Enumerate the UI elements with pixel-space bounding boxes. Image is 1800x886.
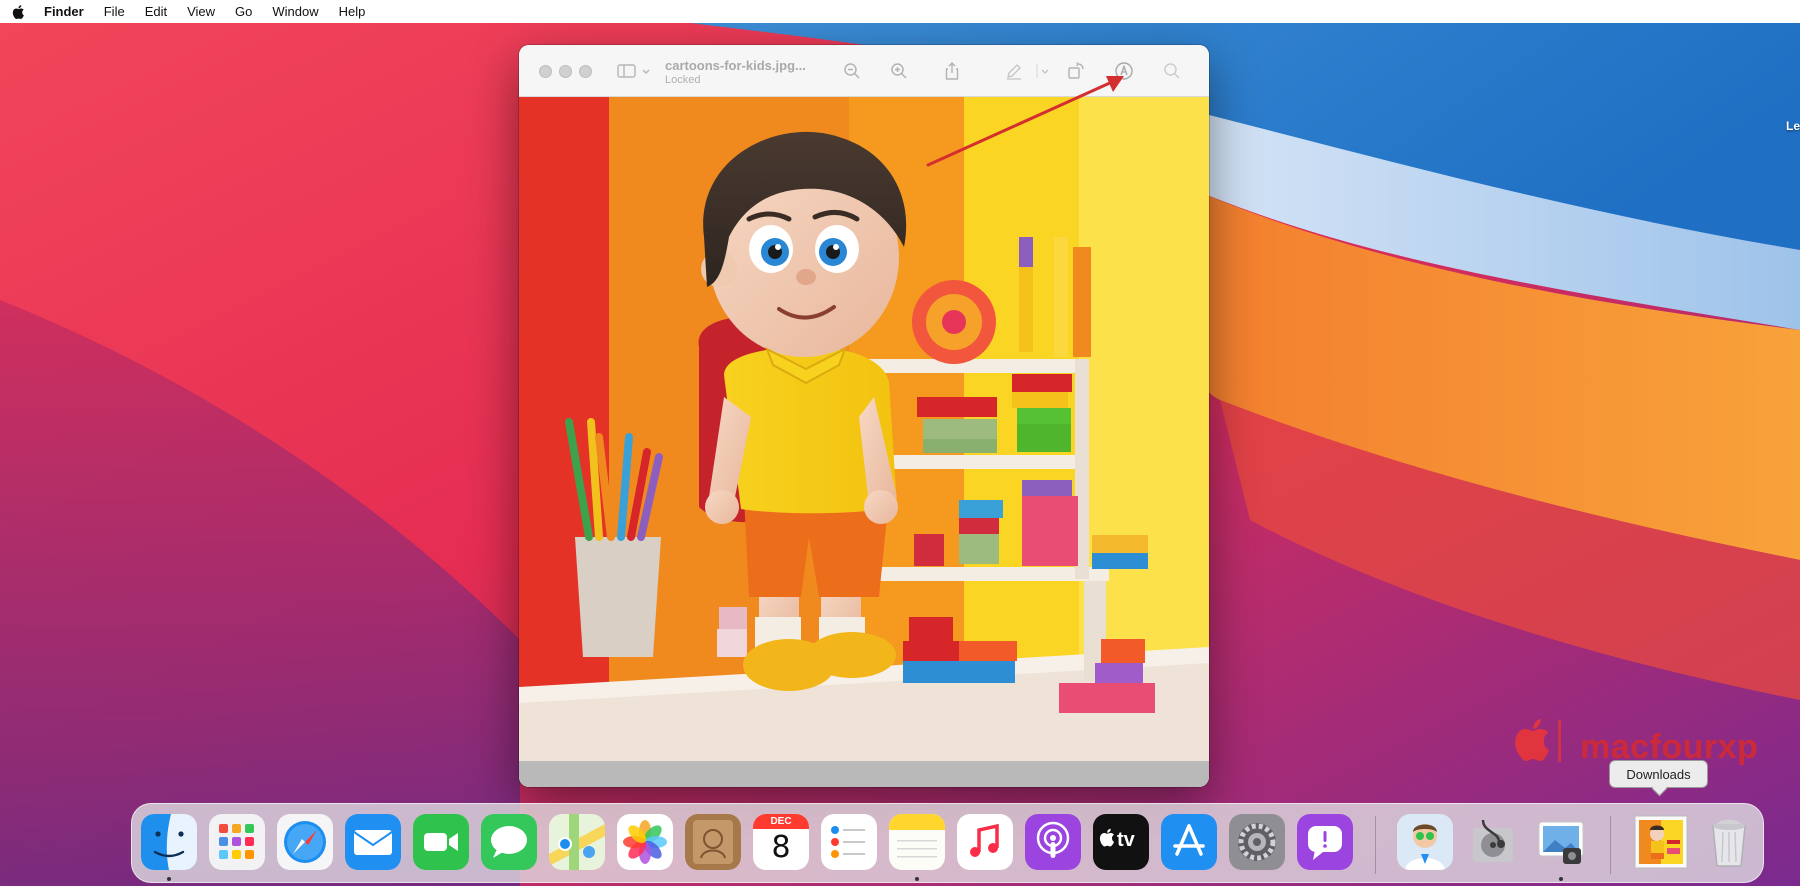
dock-launchpad[interactable]	[209, 814, 265, 870]
dock-preview[interactable]	[1533, 814, 1589, 870]
disk-utility-icon	[1473, 819, 1513, 862]
finder-icon	[141, 814, 197, 870]
pen-icon	[1007, 64, 1021, 80]
preview-icon	[1538, 821, 1584, 864]
downloads-stack-icon	[1634, 815, 1688, 869]
dock-podcasts[interactable]	[1025, 814, 1081, 870]
dock-separator-stacks	[1610, 816, 1611, 874]
zoom-out-icon	[844, 63, 860, 79]
document-title: cartoons-for-kids.jpg...	[665, 58, 806, 73]
menu-view[interactable]: View	[187, 4, 215, 19]
markup-toolbar-button[interactable]	[1112, 59, 1136, 83]
dock-safari[interactable]	[277, 814, 333, 870]
dock-app-doctor[interactable]	[1397, 814, 1453, 870]
apple-menu-icon[interactable]	[11, 4, 27, 20]
zoom-in-button[interactable]	[887, 59, 911, 83]
document-locked-status: Locked	[665, 74, 701, 86]
rotate-icon	[1068, 62, 1084, 79]
close-button[interactable]	[539, 65, 552, 78]
dock-notes[interactable]	[889, 814, 945, 870]
watermark-apple-logo	[1515, 719, 1561, 762]
rotate-button[interactable]	[1064, 59, 1088, 83]
maps-icon	[549, 814, 605, 870]
dock-separator	[1375, 816, 1376, 874]
downloads-tooltip: Downloads	[1609, 760, 1708, 788]
dock-feedback-assistant[interactable]	[1297, 814, 1353, 870]
minimize-button[interactable]	[559, 65, 572, 78]
dock-downloads-stack[interactable]	[1633, 814, 1689, 870]
menu-edit[interactable]: Edit	[145, 4, 167, 19]
menu-finder[interactable]: Finder	[44, 4, 84, 19]
window-titlebar[interactable]: cartoons-for-kids.jpg... Locked	[519, 45, 1209, 97]
notes-running-indicator	[915, 877, 919, 881]
finder-running-indicator	[167, 877, 171, 881]
menu-help[interactable]: Help	[339, 4, 366, 19]
feedback-icon	[1297, 814, 1353, 870]
reminders-icon	[821, 814, 877, 870]
zoom-in-icon	[891, 63, 907, 79]
facetime-icon	[413, 814, 469, 870]
share-button[interactable]	[940, 59, 964, 83]
mail-icon	[345, 814, 401, 870]
zoom-out-button[interactable]	[840, 59, 864, 83]
photos-icon	[617, 814, 673, 870]
messages-icon	[481, 814, 537, 870]
cartoon-boy-image	[519, 97, 1209, 761]
search-icon	[1164, 63, 1180, 79]
trash-icon	[1712, 819, 1746, 867]
markup-pen-button[interactable]	[1002, 59, 1026, 83]
dock-maps[interactable]	[549, 814, 605, 870]
dock-app-store[interactable]	[1161, 814, 1217, 870]
markup-dropdown-button[interactable]	[1036, 59, 1052, 83]
menu-file[interactable]: File	[104, 4, 125, 19]
preview-window: cartoons-for-kids.jpg... Locked	[519, 45, 1209, 787]
desktop-item-label[interactable]: Le	[1786, 119, 1800, 133]
sidebar-icon	[617, 64, 650, 78]
menu-bar: Finder File Edit View Go Window Help	[0, 0, 1800, 23]
menu-go[interactable]: Go	[235, 4, 252, 19]
dock-photos[interactable]	[617, 814, 673, 870]
dock-messages[interactable]	[481, 814, 537, 870]
doctor-icon	[1397, 814, 1453, 870]
markup-icon	[1115, 62, 1133, 80]
podcasts-icon	[1025, 814, 1081, 870]
dock-mail[interactable]	[345, 814, 401, 870]
app-store-icon	[1161, 814, 1217, 870]
dock: DEC 8 tv	[131, 803, 1764, 883]
calendar-month: DEC	[770, 816, 792, 827]
launchpad-icon	[209, 814, 265, 870]
calendar-day: 8	[771, 830, 791, 865]
sidebar-toggle-button[interactable]	[616, 59, 656, 83]
window-footer	[519, 761, 1209, 787]
music-icon	[957, 814, 1013, 870]
search-button[interactable]	[1160, 59, 1184, 83]
menu-window[interactable]: Window	[272, 4, 318, 19]
dock-contacts[interactable]	[685, 814, 741, 870]
image-canvas[interactable]	[519, 97, 1209, 761]
dock-reminders[interactable]	[821, 814, 877, 870]
dock-finder[interactable]	[141, 814, 197, 870]
safari-icon	[277, 814, 333, 870]
contacts-icon	[685, 814, 741, 870]
gear-icon	[1229, 814, 1285, 870]
zoom-button[interactable]	[579, 65, 592, 78]
dock-calendar[interactable]: DEC 8	[753, 814, 809, 870]
dock-music[interactable]	[957, 814, 1013, 870]
share-icon	[945, 62, 959, 80]
preview-running-indicator	[1559, 877, 1563, 881]
chevron-down-icon	[1036, 64, 1049, 78]
dock-apple-tv[interactable]: tv	[1093, 814, 1149, 870]
apple-tv-label: tv	[1117, 829, 1135, 851]
dock-system-preferences[interactable]	[1229, 814, 1285, 870]
dock-disk-utility[interactable]	[1465, 814, 1521, 870]
dock-facetime[interactable]	[413, 814, 469, 870]
dock-trash[interactable]	[1701, 814, 1757, 870]
notes-icon	[889, 814, 945, 870]
